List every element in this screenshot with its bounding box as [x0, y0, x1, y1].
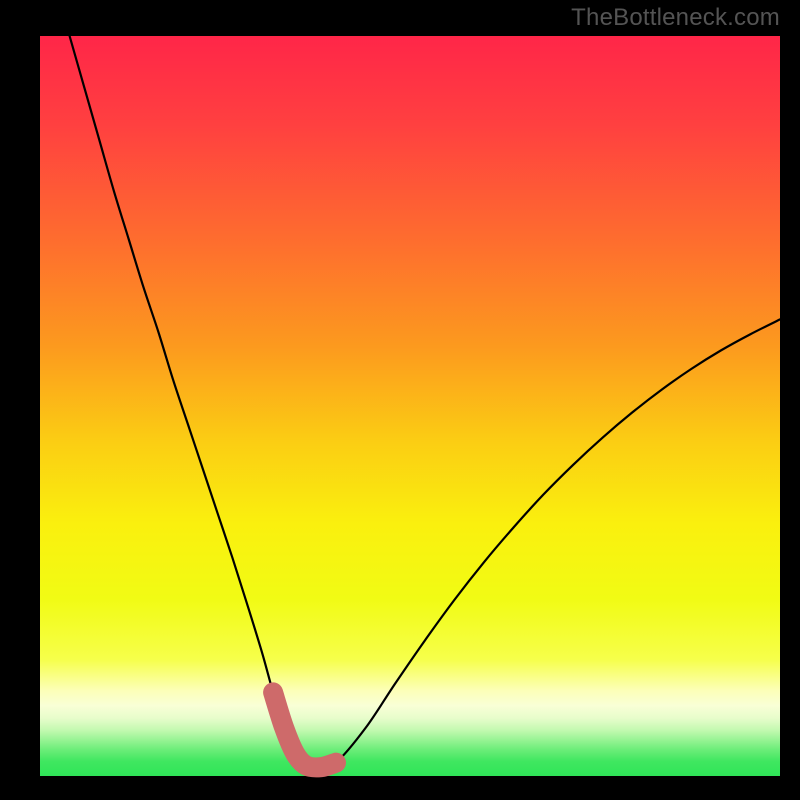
bottleneck-curve: [70, 36, 780, 767]
highlight-segment: [273, 692, 336, 767]
chart-svg: [0, 0, 800, 800]
watermark-text: TheBottleneck.com: [571, 4, 780, 32]
chart-frame: TheBottleneck.com: [0, 0, 800, 800]
marker-dot: [265, 684, 281, 700]
